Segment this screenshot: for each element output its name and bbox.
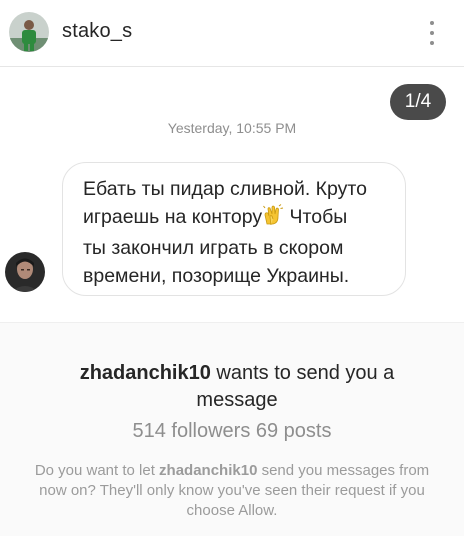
message-line-1: Ебать ты пидар сливной. Круто — [83, 178, 367, 200]
profile-avatar[interactable] — [9, 12, 49, 52]
message-line-2-end: Чтобы — [284, 206, 348, 228]
more-vertical-icon[interactable] — [420, 19, 444, 47]
message-bubble[interactable]: Ебать ты пидар сливной. Круто играешь на… — [62, 162, 406, 296]
request-sender-username[interactable]: zhadanchik10 — [80, 362, 211, 384]
message-counter: 1/4 — [390, 84, 446, 120]
request-title: zhadanchik10 wants to send you a message — [72, 360, 402, 414]
message-line-2: играешь на контору Чтобы — [83, 203, 395, 234]
sender-avatar[interactable] — [5, 252, 45, 292]
thread-header: stako_s — [0, 0, 464, 67]
clapping-hands-icon — [262, 204, 284, 234]
request-note: Do you want to let zhadanchik10 send you… — [20, 461, 444, 521]
request-note-start: Do you want to let — [34, 462, 160, 479]
message-request-panel: zhadanchik10 wants to send you a message… — [0, 322, 464, 536]
message-line-3: ты закончил играть в скором — [83, 237, 344, 259]
request-title-rest: wants to send you a message — [196, 362, 395, 411]
message-line-4: времени, позорище Украины. — [83, 265, 350, 287]
message-timestamp: Yesterday, 10:55 PM — [167, 120, 297, 136]
request-note-username: zhadanchik10 — [159, 462, 258, 479]
message-line-2-start: играешь на контору — [83, 206, 263, 228]
header-username[interactable]: stako_s — [62, 20, 132, 43]
request-sender-stats: 514 followers 69 posts — [132, 420, 332, 442]
